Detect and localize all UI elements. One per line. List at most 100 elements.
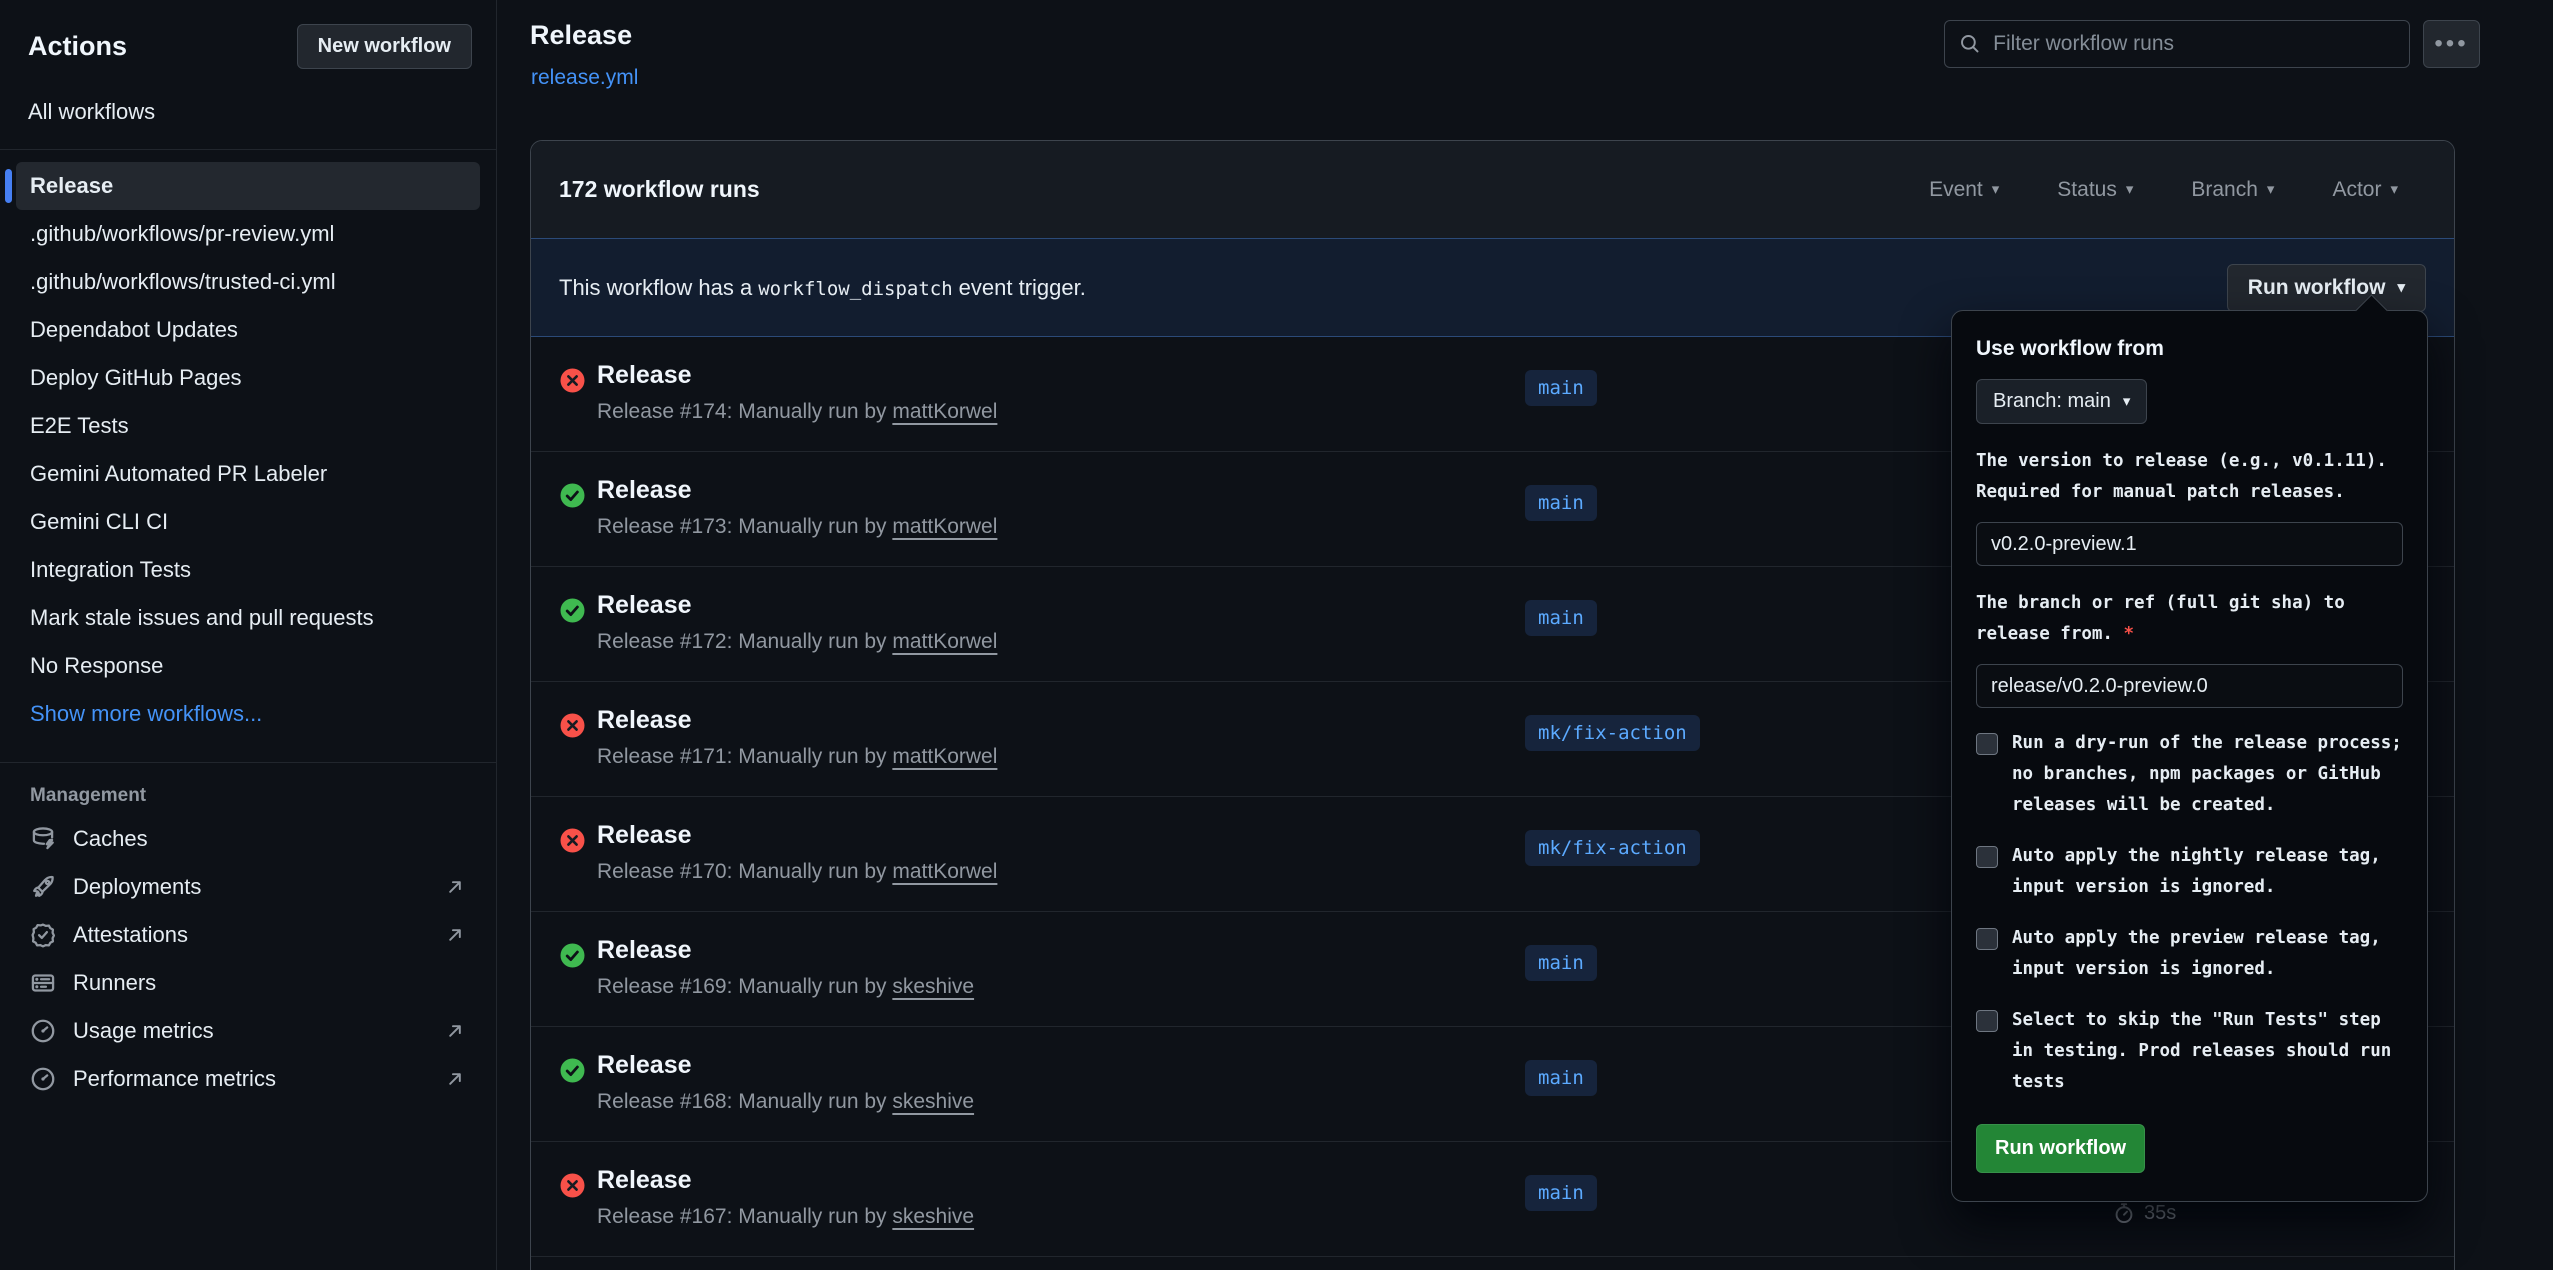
checkbox-label: Run a dry-run of the release process; no… <box>2012 728 2403 821</box>
sidebar-item-usage-metrics[interactable]: Usage metrics <box>16 1007 480 1055</box>
run-title-link[interactable]: Release <box>597 361 692 390</box>
branch-badge[interactable]: main <box>1525 600 1597 636</box>
checkbox[interactable] <box>1976 733 1998 755</box>
run-actor-link[interactable]: mattKorwel <box>892 400 997 423</box>
version-input[interactable] <box>1976 522 2403 566</box>
sidebar-item-label: Performance metrics <box>73 1066 276 1092</box>
run-status-icon <box>559 942 586 969</box>
run-workflow-panel: Use workflow from Branch: main▾ The vers… <box>1951 310 2428 1202</box>
sidebar-item-workflow[interactable]: Integration Tests <box>16 546 480 594</box>
cache-database-icon <box>30 826 56 852</box>
search-icon <box>1959 32 1981 56</box>
chevron-down-icon: ▾ <box>2267 182 2275 197</box>
server-icon <box>30 970 56 996</box>
sidebar-item-deployments[interactable]: Deployments <box>16 863 480 911</box>
arrow-up-right-icon <box>444 1020 466 1042</box>
sidebar-item-all-workflows[interactable]: All workflows <box>28 99 496 125</box>
branch-badge[interactable]: mk/fix-action <box>1525 715 1700 751</box>
actor-filter-dropdown[interactable]: Actor▾ <box>2332 178 2398 202</box>
panel-heading: Use workflow from <box>1976 337 2403 361</box>
chevron-down-icon: ▾ <box>2390 182 2398 197</box>
rocket-icon <box>30 874 56 900</box>
sidebar-item-workflow[interactable]: Dependabot Updates <box>16 306 480 354</box>
run-description: Release #167: Manually run by skeshive <box>597 1205 974 1229</box>
page-title: Release <box>530 20 632 51</box>
main-content: Release release.yml ••• 172 workflow run… <box>498 0 2553 1270</box>
run-status-icon <box>559 482 586 509</box>
sidebar-item-workflow[interactable]: Gemini Automated PR Labeler <box>16 450 480 498</box>
run-description: Release #170: Manually run by mattKorwel <box>597 860 997 884</box>
run-actor-link[interactable]: skeshive <box>892 1205 974 1228</box>
run-status-icon <box>559 712 586 739</box>
nightly-tag-option: Auto apply the nightly release tag, inpu… <box>1976 841 2403 903</box>
filter-workflow-runs-input[interactable] <box>1944 20 2410 68</box>
management-heading: Management <box>30 785 496 807</box>
preview-tag-option: Auto apply the preview release tag, inpu… <box>1976 923 2403 985</box>
run-title-link[interactable]: Release <box>597 936 692 965</box>
run-title-link[interactable]: Release <box>597 476 692 505</box>
workflow-options-button[interactable]: ••• <box>2423 20 2480 68</box>
sidebar-item-caches[interactable]: Caches <box>16 815 480 863</box>
chevron-down-icon: ▾ <box>2397 280 2405 295</box>
sidebar-item-performance-metrics[interactable]: Performance metrics <box>16 1055 480 1103</box>
version-field-description: The version to release (e.g., v0.1.11). … <box>1976 446 2403 508</box>
meter-icon <box>30 1018 56 1044</box>
branch-badge[interactable]: mk/fix-action <box>1525 830 1700 866</box>
workflow-file-link[interactable]: release.yml <box>531 66 638 90</box>
kebab-horizontal-icon: ••• <box>2434 39 2468 49</box>
checkbox[interactable] <box>1976 928 1998 950</box>
checkbox[interactable] <box>1976 1010 1998 1032</box>
run-actor-link[interactable]: skeshive <box>892 1090 974 1113</box>
arrow-up-right-icon <box>444 924 466 946</box>
branch-badge[interactable]: main <box>1525 945 1597 981</box>
branch-badge[interactable]: main <box>1525 1060 1597 1096</box>
show-more-workflows-link[interactable]: Show more workflows... <box>16 690 480 738</box>
run-status-icon <box>559 367 586 394</box>
run-actor-link[interactable]: mattKorwel <box>892 860 997 883</box>
sidebar-item-workflow[interactable]: Gemini CLI CI <box>16 498 480 546</box>
sidebar-item-workflow[interactable]: Mark stale issues and pull requests <box>16 594 480 642</box>
checkbox-label: Select to skip the "Run Tests" step in t… <box>2012 1005 2403 1098</box>
sidebar-item-workflow[interactable]: Release <box>16 162 480 210</box>
branch-badge[interactable]: main <box>1525 1175 1597 1211</box>
search-input[interactable] <box>1993 32 2395 56</box>
sidebar-item-runners[interactable]: Runners <box>16 959 480 1007</box>
sidebar-item-workflow[interactable]: .github/workflows/pr-review.yml <box>16 210 480 258</box>
sidebar-item-label: Deployments <box>73 874 201 900</box>
ref-input[interactable] <box>1976 664 2403 708</box>
status-filter-dropdown[interactable]: Status▾ <box>2057 178 2133 202</box>
checkbox-label: Auto apply the nightly release tag, inpu… <box>2012 841 2403 903</box>
run-actor-link[interactable]: skeshive <box>892 975 974 998</box>
run-workflow-submit-button[interactable]: Run workflow <box>1976 1124 2145 1173</box>
branch-filter-dropdown[interactable]: Branch▾ <box>2191 178 2274 202</box>
new-workflow-button[interactable]: New workflow <box>297 24 472 69</box>
run-workflow-dropdown-button[interactable]: Run workflow▾ <box>2227 264 2426 312</box>
sidebar-title: Actions <box>28 31 127 62</box>
arrow-up-right-icon <box>444 1068 466 1090</box>
run-actor-link[interactable]: mattKorwel <box>892 515 997 538</box>
run-actor-link[interactable]: mattKorwel <box>892 745 997 768</box>
run-title-link[interactable]: Release <box>597 706 692 735</box>
sidebar-item-workflow[interactable]: Deploy GitHub Pages <box>16 354 480 402</box>
runs-count: 172 workflow runs <box>559 176 760 203</box>
run-title-link[interactable]: Release <box>597 1166 692 1195</box>
dry-run-option: Run a dry-run of the release process; no… <box>1976 728 2403 821</box>
chevron-down-icon: ▾ <box>2126 182 2134 197</box>
event-filter-dropdown[interactable]: Event▾ <box>1929 178 1999 202</box>
run-title-link[interactable]: Release <box>597 591 692 620</box>
branch-selector-button[interactable]: Branch: main▾ <box>1976 379 2147 424</box>
sidebar-item-workflow[interactable]: No Response <box>16 642 480 690</box>
sidebar-item-workflow[interactable]: E2E Tests <box>16 402 480 450</box>
run-title-link[interactable]: Release <box>597 821 692 850</box>
sidebar-item-workflow[interactable]: .github/workflows/trusted-ci.yml <box>16 258 480 306</box>
run-actor-link[interactable]: mattKorwel <box>892 630 997 653</box>
sidebar-item-attestations[interactable]: Attestations <box>16 911 480 959</box>
run-description: Release #172: Manually run by mattKorwel <box>597 630 997 654</box>
verified-badge-icon <box>30 922 56 948</box>
branch-badge[interactable]: main <box>1525 485 1597 521</box>
run-status-icon <box>559 1172 586 1199</box>
branch-badge[interactable]: main <box>1525 370 1597 406</box>
checkbox[interactable] <box>1976 846 1998 868</box>
run-title-link[interactable]: Release <box>597 1051 692 1080</box>
stopwatch-icon <box>2113 1202 2135 1224</box>
